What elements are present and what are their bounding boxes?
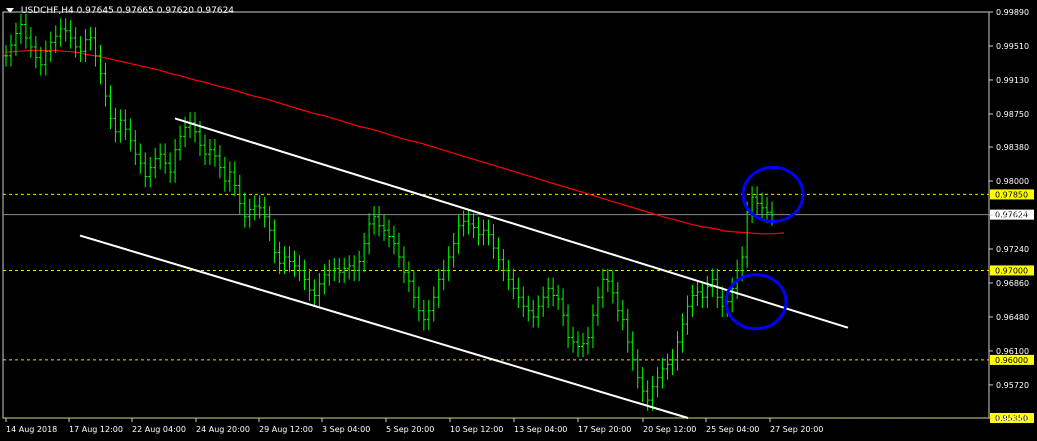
y-tick-label: 0.99510 <box>996 42 1029 51</box>
y-tick-label: 0.98750 <box>996 110 1029 119</box>
y-tick-label: 0.96100 <box>996 347 1029 356</box>
x-tick-label: 27 Sep 20:00 <box>770 425 823 434</box>
channel-line[interactable] <box>79 234 689 419</box>
x-tick-label: 25 Sep 04:00 <box>706 425 759 434</box>
x-axis: 14 Aug 2018 17 Aug 12:00 22 Aug 04:00 24 Au… <box>5 418 823 434</box>
y-tick-label: 0.95720 <box>996 381 1029 390</box>
x-tick-label: 24 Aug 20:00 <box>196 425 250 434</box>
x-tick-label: 13 Sep 04:00 <box>514 425 567 434</box>
y-tick-label: 0.96860 <box>996 279 1029 288</box>
y-tick-label: 0.98000 <box>996 177 1029 186</box>
level-label: 0.97850 <box>995 190 1028 199</box>
x-tick-label: 29 Aug 12:00 <box>259 425 313 434</box>
highlight-circle[interactable] <box>724 273 788 331</box>
y-tick-label: 0.96480 <box>996 313 1029 322</box>
channel-lines[interactable] <box>79 117 849 419</box>
y-tick-label: 0.97240 <box>996 245 1029 254</box>
moving-average <box>5 49 785 235</box>
x-tick-label: 14 Aug 2018 <box>6 425 57 434</box>
y-tick-label: 0.97620 <box>996 211 1029 220</box>
x-tick-label: 22 Aug 04:00 <box>132 425 186 434</box>
x-tick-label: 20 Sep 12:00 <box>643 425 696 434</box>
price-bars <box>4 13 774 411</box>
moving-average-line <box>5 49 785 235</box>
x-tick-label: 10 Sep 12:00 <box>450 425 503 434</box>
level-label: 0.96000 <box>995 356 1028 365</box>
price-chart[interactable]: 0.978500.970000.960000.953500.97624 0.99… <box>0 0 1037 441</box>
y-tick-label: 0.99130 <box>996 76 1029 85</box>
x-tick-label: 5 Sep 20:00 <box>386 425 434 434</box>
x-tick-label: 17 Sep 20:00 <box>578 425 631 434</box>
y-tick-label: 0.99890 <box>996 8 1029 17</box>
y-tick-label: 0.95350 <box>996 414 1029 423</box>
x-tick-label: 3 Sep 04:00 <box>322 425 370 434</box>
highlight-circles[interactable] <box>724 165 805 331</box>
y-tick-label: 0.98380 <box>996 143 1029 152</box>
x-tick-label: 17 Aug 12:00 <box>69 425 123 434</box>
level-label: 0.97000 <box>995 266 1028 275</box>
